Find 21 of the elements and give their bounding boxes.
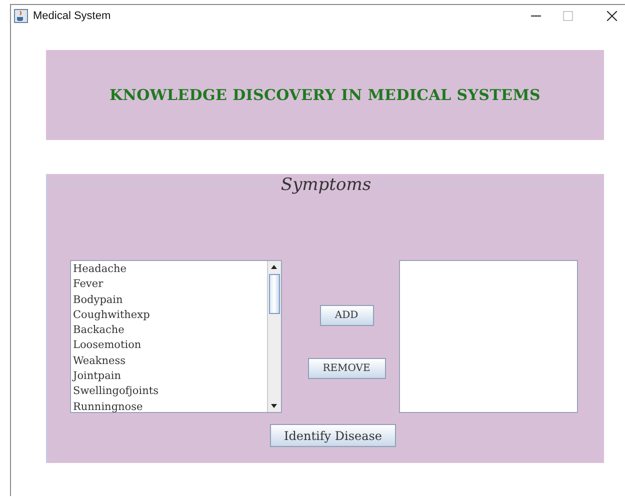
action-button[interactable]: ADD <box>320 305 374 326</box>
panel-title: Symptoms <box>280 175 372 195</box>
scrollbar[interactable] <box>267 261 281 412</box>
list-item[interactable]: Bodypain <box>73 292 265 308</box>
list-item[interactable]: Headache <box>73 262 265 278</box>
coffee-cup-icon <box>14 9 28 23</box>
list-item[interactable]: Coughwithexp <box>73 308 265 324</box>
list-item[interactable]: Runningnose <box>73 400 265 415</box>
list-item[interactable]: Loosemotion <box>73 338 265 354</box>
window-title: Medical System <box>33 10 112 22</box>
identify-button[interactable]: Identify Disease <box>270 424 396 447</box>
list-item[interactable]: Backache <box>73 323 265 338</box>
header-title: KNOWLEDGE DISCOVERY IN MEDICAL SYSTEMS <box>109 86 541 104</box>
list-item[interactable]: Swellingofjoints <box>73 384 265 400</box>
symptom-list[interactable]: Headache Fever Bodypain Coughwithexp Backache Loosemotion Weakness Jointpain Swellingofjoints Runningnose <box>70 260 282 413</box>
list-item[interactable]: Weakness <box>73 354 265 370</box>
action-button[interactable]: REMOVE <box>308 358 386 379</box>
close-icon[interactable] <box>607 11 617 21</box>
scroll-thumb[interactable] <box>269 274 280 314</box>
list-item[interactable]: Fever <box>73 277 265 293</box>
list-item[interactable]: Jointpain <box>73 369 265 384</box>
